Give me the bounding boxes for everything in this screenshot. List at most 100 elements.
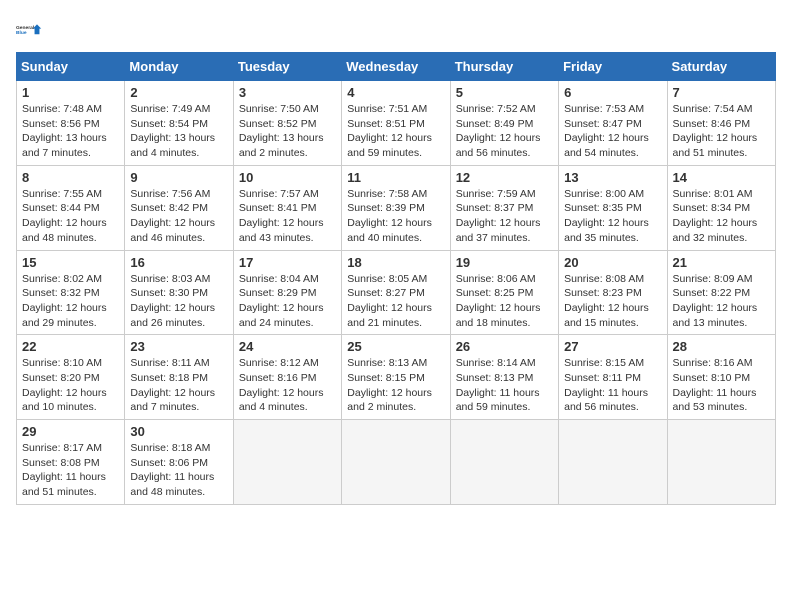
day-number: 4 [347, 85, 444, 100]
day-number: 24 [239, 339, 336, 354]
day-number: 11 [347, 170, 444, 185]
calendar-week-4: 22 Sunrise: 8:10 AMSunset: 8:20 PMDayligh… [17, 335, 776, 420]
day-number: 12 [456, 170, 553, 185]
day-info: Sunrise: 8:14 AMSunset: 8:13 PMDaylight:… [456, 356, 553, 415]
page-header: GeneralBlue [16, 16, 776, 44]
calendar-cell: 29 Sunrise: 8:17 AMSunset: 8:08 PMDayligh… [17, 420, 125, 505]
calendar-cell: 16 Sunrise: 8:03 AMSunset: 8:30 PMDayligh… [125, 250, 233, 335]
day-info: Sunrise: 8:11 AMSunset: 8:18 PMDaylight:… [130, 356, 227, 415]
day-info: Sunrise: 8:06 AMSunset: 8:25 PMDaylight:… [456, 272, 553, 331]
day-info: Sunrise: 8:13 AMSunset: 8:15 PMDaylight:… [347, 356, 444, 415]
calendar-cell: 5 Sunrise: 7:52 AMSunset: 8:49 PMDaylight… [450, 81, 558, 166]
day-info: Sunrise: 8:12 AMSunset: 8:16 PMDaylight:… [239, 356, 336, 415]
day-number: 7 [673, 85, 770, 100]
day-info: Sunrise: 8:08 AMSunset: 8:23 PMDaylight:… [564, 272, 661, 331]
day-info: Sunrise: 7:55 AMSunset: 8:44 PMDaylight:… [22, 187, 119, 246]
day-number: 15 [22, 255, 119, 270]
day-info: Sunrise: 8:18 AMSunset: 8:06 PMDaylight:… [130, 441, 227, 500]
day-info: Sunrise: 7:59 AMSunset: 8:37 PMDaylight:… [456, 187, 553, 246]
calendar-week-2: 8 Sunrise: 7:55 AMSunset: 8:44 PMDaylight… [17, 165, 776, 250]
calendar-cell: 21Sunrise: 8:09 AMSunset: 8:22 PMDayligh… [667, 250, 775, 335]
day-info: Sunrise: 8:17 AMSunset: 8:08 PMDaylight:… [22, 441, 119, 500]
calendar-cell [450, 420, 558, 505]
calendar-cell: 20 Sunrise: 8:08 AMSunset: 8:23 PMDayligh… [559, 250, 667, 335]
day-number: 16 [130, 255, 227, 270]
calendar-cell [233, 420, 341, 505]
calendar-cell: 8 Sunrise: 7:55 AMSunset: 8:44 PMDaylight… [17, 165, 125, 250]
day-info: Sunrise: 7:54 AMSunset: 8:46 PMDaylight:… [673, 102, 770, 161]
day-info: Sunrise: 7:51 AMSunset: 8:51 PMDaylight:… [347, 102, 444, 161]
day-header-saturday: Saturday [667, 53, 775, 81]
day-number: 18 [347, 255, 444, 270]
day-info: Sunrise: 8:16 AMSunset: 8:10 PMDaylight:… [673, 356, 770, 415]
day-number: 28 [673, 339, 770, 354]
day-info: Sunrise: 8:00 AMSunset: 8:35 PMDaylight:… [564, 187, 661, 246]
day-number: 22 [22, 339, 119, 354]
calendar-cell: 14 Sunrise: 8:01 AMSunset: 8:34 PMDayligh… [667, 165, 775, 250]
day-header-friday: Friday [559, 53, 667, 81]
day-number: 14 [673, 170, 770, 185]
day-number: 25 [347, 339, 444, 354]
day-number: 29 [22, 424, 119, 439]
day-header-wednesday: Wednesday [342, 53, 450, 81]
calendar-cell: 9 Sunrise: 7:56 AMSunset: 8:42 PMDaylight… [125, 165, 233, 250]
logo-icon: GeneralBlue [16, 16, 44, 44]
day-info: Sunrise: 8:02 AMSunset: 8:32 PMDaylight:… [22, 272, 119, 331]
calendar-cell: 13 Sunrise: 8:00 AMSunset: 8:35 PMDayligh… [559, 165, 667, 250]
day-info: Sunrise: 8:04 AMSunset: 8:29 PMDaylight:… [239, 272, 336, 331]
calendar-cell: 11 Sunrise: 7:58 AMSunset: 8:39 PMDayligh… [342, 165, 450, 250]
day-info: Sunrise: 7:57 AMSunset: 8:41 PMDaylight:… [239, 187, 336, 246]
calendar-cell: 26 Sunrise: 8:14 AMSunset: 8:13 PMDayligh… [450, 335, 558, 420]
day-number: 9 [130, 170, 227, 185]
day-number: 27 [564, 339, 661, 354]
day-info: Sunrise: 7:50 AMSunset: 8:52 PMDaylight:… [239, 102, 336, 161]
day-info: Sunrise: 7:58 AMSunset: 8:39 PMDaylight:… [347, 187, 444, 246]
calendar-cell: 28 Sunrise: 8:16 AMSunset: 8:10 PMDayligh… [667, 335, 775, 420]
calendar-table: SundayMondayTuesdayWednesdayThursdayFrid… [16, 52, 776, 505]
day-header-monday: Monday [125, 53, 233, 81]
day-number: 10 [239, 170, 336, 185]
day-number: 6 [564, 85, 661, 100]
calendar-week-1: 1 Sunrise: 7:48 AMSunset: 8:56 PMDaylight… [17, 81, 776, 166]
day-header-thursday: Thursday [450, 53, 558, 81]
day-number: 5 [456, 85, 553, 100]
day-number: 8 [22, 170, 119, 185]
calendar-cell [667, 420, 775, 505]
day-number: 26 [456, 339, 553, 354]
calendar-cell: 7 Sunrise: 7:54 AMSunset: 8:46 PMDaylight… [667, 81, 775, 166]
day-info: Sunrise: 8:01 AMSunset: 8:34 PMDaylight:… [673, 187, 770, 246]
calendar-cell: 15 Sunrise: 8:02 AMSunset: 8:32 PMDayligh… [17, 250, 125, 335]
svg-text:General: General [16, 25, 35, 31]
day-number: 20 [564, 255, 661, 270]
day-number: 13 [564, 170, 661, 185]
calendar-cell: 4 Sunrise: 7:51 AMSunset: 8:51 PMDaylight… [342, 81, 450, 166]
day-info: Sunrise: 7:53 AMSunset: 8:47 PMDaylight:… [564, 102, 661, 161]
day-number: 19 [456, 255, 553, 270]
calendar-cell [342, 420, 450, 505]
calendar-cell: 6 Sunrise: 7:53 AMSunset: 8:47 PMDaylight… [559, 81, 667, 166]
day-number: 2 [130, 85, 227, 100]
day-number: 17 [239, 255, 336, 270]
day-info: Sunrise: 8:10 AMSunset: 8:20 PMDaylight:… [22, 356, 119, 415]
day-info: Sunrise: 8:05 AMSunset: 8:27 PMDaylight:… [347, 272, 444, 331]
calendar-cell: 30 Sunrise: 8:18 AMSunset: 8:06 PMDayligh… [125, 420, 233, 505]
day-info: Sunrise: 7:49 AMSunset: 8:54 PMDaylight:… [130, 102, 227, 161]
calendar-week-3: 15 Sunrise: 8:02 AMSunset: 8:32 PMDayligh… [17, 250, 776, 335]
calendar-week-5: 29 Sunrise: 8:17 AMSunset: 8:08 PMDayligh… [17, 420, 776, 505]
day-info: Sunrise: 8:03 AMSunset: 8:30 PMDaylight:… [130, 272, 227, 331]
day-number: 30 [130, 424, 227, 439]
day-info: Sunrise: 7:56 AMSunset: 8:42 PMDaylight:… [130, 187, 227, 246]
calendar-cell: 10 Sunrise: 7:57 AMSunset: 8:41 PMDayligh… [233, 165, 341, 250]
calendar-cell: 27Sunrise: 8:15 AMSunset: 8:11 PMDayligh… [559, 335, 667, 420]
calendar-cell [559, 420, 667, 505]
calendar-cell: 2 Sunrise: 7:49 AMSunset: 8:54 PMDaylight… [125, 81, 233, 166]
day-info: Sunrise: 7:52 AMSunset: 8:49 PMDaylight:… [456, 102, 553, 161]
calendar-cell: 19 Sunrise: 8:06 AMSunset: 8:25 PMDayligh… [450, 250, 558, 335]
svg-text:Blue: Blue [16, 30, 27, 36]
day-info: Sunrise: 7:48 AMSunset: 8:56 PMDaylight:… [22, 102, 119, 161]
calendar-cell: 12 Sunrise: 7:59 AMSunset: 8:37 PMDayligh… [450, 165, 558, 250]
calendar-cell: 24 Sunrise: 8:12 AMSunset: 8:16 PMDayligh… [233, 335, 341, 420]
day-number: 3 [239, 85, 336, 100]
day-number: 1 [22, 85, 119, 100]
calendar-cell: 18 Sunrise: 8:05 AMSunset: 8:27 PMDayligh… [342, 250, 450, 335]
